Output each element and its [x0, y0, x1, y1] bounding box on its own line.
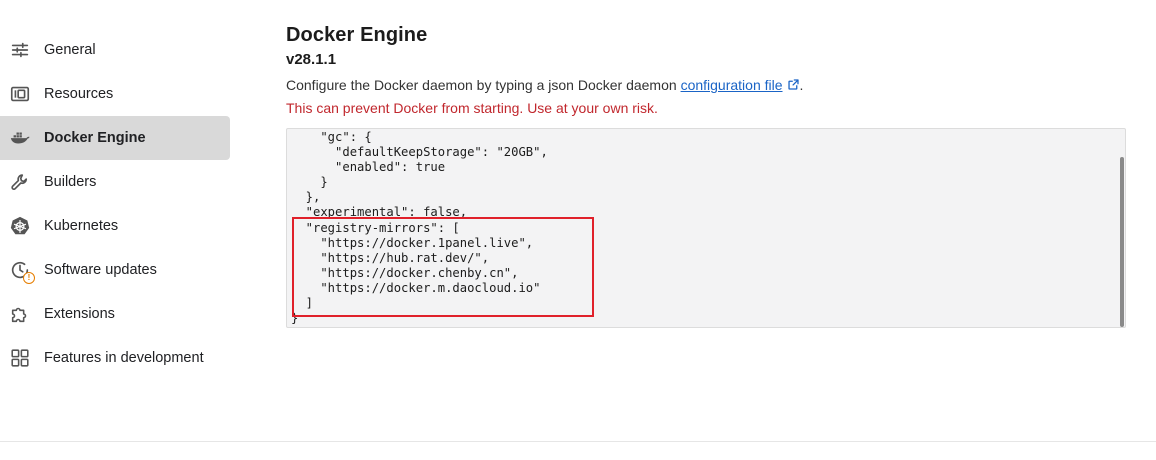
clock-update-icon: !	[8, 258, 35, 284]
configuration-file-link[interactable]: configuration file	[681, 77, 783, 93]
description-text: Configure the Docker daemon by typing a …	[286, 77, 681, 93]
code-line: },	[291, 190, 321, 205]
sidebar-item-label: Extensions	[44, 306, 115, 322]
sidebar-item-general[interactable]: General	[0, 28, 230, 72]
sidebar-item-label: Docker Engine	[44, 130, 146, 146]
sidebar-item-resources[interactable]: Resources	[0, 72, 230, 116]
code-line: "https://docker.1panel.live",	[291, 235, 534, 250]
sidebar-item-docker-engine[interactable]: Docker Engine	[0, 116, 230, 160]
sidebar-item-extensions[interactable]: Extensions	[0, 292, 230, 336]
sidebar-item-label: Builders	[44, 174, 97, 190]
editor-scrollbar[interactable]	[1120, 157, 1124, 327]
page-title: Docker Engine	[286, 24, 428, 46]
sidebar-item-label: Kubernetes	[44, 218, 119, 234]
docker-whale-icon	[8, 126, 32, 150]
sidebar-item-software-updates[interactable]: ! Software updates	[0, 248, 230, 292]
docker-engine-panel: Docker Engine v28.1.1 Configure the Dock…	[286, 24, 1126, 116]
daemon-json-editor[interactable]: "gc": { "defaultKeepStorage": "20GB", "e…	[286, 128, 1126, 328]
sidebar-item-kubernetes[interactable]: Kubernetes	[0, 204, 230, 248]
description-suffix: .	[799, 77, 804, 93]
grid-icon	[8, 346, 32, 370]
code-line: "experimental": false,	[291, 205, 468, 220]
sidebar-item-label: Software updates	[44, 262, 157, 278]
warning-text: This can prevent Docker from starting. U…	[286, 100, 658, 116]
resources-icon	[8, 82, 32, 106]
sidebar-item-features-in-development[interactable]: Features in development	[0, 336, 230, 380]
wrench-icon	[8, 170, 32, 194]
kubernetes-helm-icon	[8, 214, 32, 238]
sidebar-item-label: Features in development	[44, 350, 204, 366]
code-line: "https://docker.chenby.cn",	[291, 265, 519, 280]
sidebar-item-label: General	[44, 42, 96, 58]
code-line: ]	[291, 296, 314, 311]
external-link-icon[interactable]	[787, 78, 800, 91]
code-line: }	[291, 311, 299, 326]
code-line: "https://docker.m.daocloud.io"	[291, 280, 541, 295]
code-line: "defaultKeepStorage": "20GB",	[291, 145, 548, 160]
code-line: "gc": {	[291, 130, 372, 144]
puzzle-icon	[8, 302, 32, 326]
update-badge: !	[23, 272, 35, 284]
code-line: }	[291, 175, 328, 190]
sliders-icon	[8, 38, 32, 62]
settings-sidebar: General Resources Docker Engine Builders…	[0, 28, 230, 380]
code-line: "https://hub.rat.dev/",	[291, 250, 490, 265]
code-line: "registry-mirrors": [	[291, 220, 460, 235]
footer-divider	[0, 441, 1156, 442]
engine-version: v28.1.1	[286, 51, 337, 68]
sidebar-item-label: Resources	[44, 86, 114, 102]
sidebar-item-builders[interactable]: Builders	[0, 160, 230, 204]
code-line: "enabled": true	[291, 160, 446, 175]
code-content[interactable]: "gc": { "defaultKeepStorage": "20GB", "e…	[291, 130, 548, 326]
description: Configure the Docker daemon by typing a …	[286, 77, 1126, 93]
